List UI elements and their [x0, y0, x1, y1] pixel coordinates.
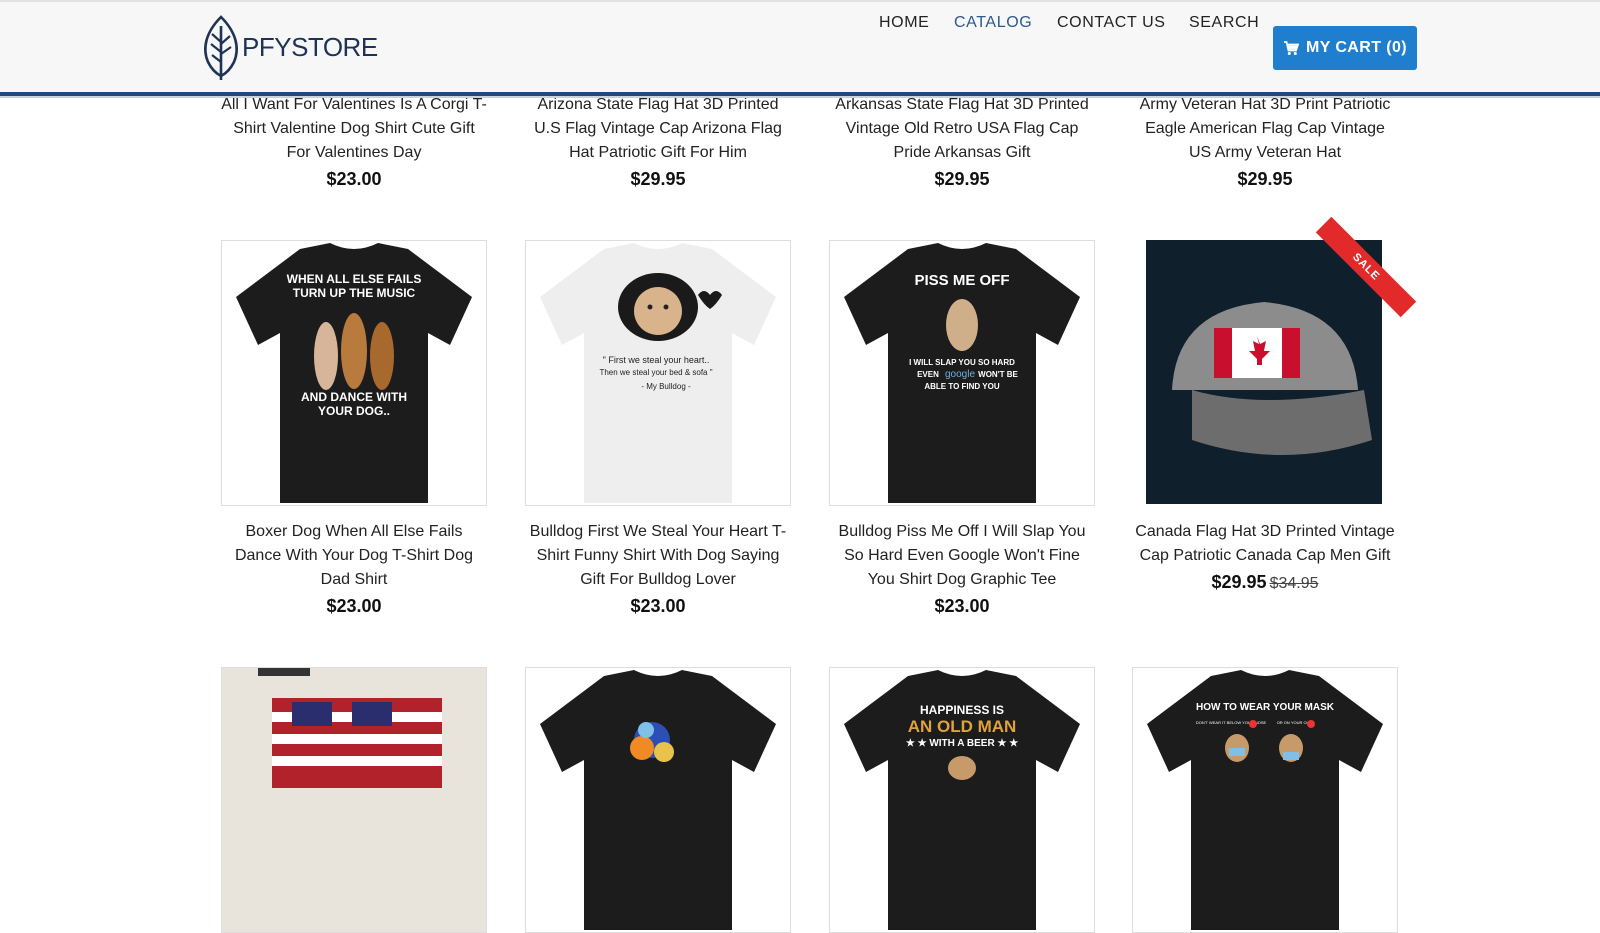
shirt-art-text: AN OLD MAN [908, 717, 1017, 736]
product-title[interactable]: Boxer Dog When All Else Fails Dance With… [221, 520, 487, 592]
product-title[interactable]: All I Want For Valentines Is A Corgi T-S… [221, 93, 487, 165]
black-tshirt-image: HAPPINESS IS AN OLD MAN ★ ★ WITH A BEER … [844, 670, 1080, 930]
cart-icon [1284, 41, 1299, 55]
black-tshirt-image [540, 670, 776, 930]
shirt-art-text: PISS ME OFF [914, 272, 1009, 289]
sale-price: $29.95 [1211, 572, 1267, 592]
product-image[interactable]: PISS ME OFF I WILL SLAP YOU SO HARD EVEN… [829, 240, 1095, 506]
product-card[interactable]: Canada Flag Hat 3D Printed Vintage Cap P… [1132, 520, 1398, 593]
my-cart-button[interactable]: MY CART (0) [1273, 26, 1417, 70]
black-tshirt-image: PISS ME OFF I WILL SLAP YOU SO HARD EVEN… [844, 243, 1080, 503]
product-card[interactable]: Bulldog First We Steal Your Heart T-Shir… [525, 520, 791, 617]
product-price: $29.95 $34.95 [1132, 572, 1398, 593]
product-title[interactable]: Army Veteran Hat 3D Print Patriotic Eagl… [1132, 93, 1398, 165]
product-price: $23.00 [326, 596, 382, 616]
canada-cap-image [1146, 240, 1382, 504]
product-card[interactable]: Army Veteran Hat 3D Print Patriotic Eagl… [1132, 93, 1398, 190]
black-tshirt-image: HOW TO WEAR YOUR MASK DON'T WEAR IT BELO… [1147, 670, 1383, 930]
product-image[interactable]: " First we steal your heart.. Then we st… [525, 240, 791, 506]
product-title[interactable]: Bulldog Piss Me Off I Will Slap You So H… [829, 520, 1095, 592]
product-image[interactable]: WHEN ALL ELSE FAILS TURN UP THE MUSIC AN… [221, 240, 487, 506]
product-price: $23.00 [326, 169, 382, 189]
shirt-art-text: TURN UP THE MUSIC [293, 286, 416, 300]
shirt-art-text: " First we steal your heart.. [603, 355, 710, 365]
product-title[interactable]: Canada Flag Hat 3D Printed Vintage Cap P… [1132, 520, 1398, 568]
logo[interactable]: PFYSTORE [200, 14, 378, 80]
shirt-art-text: - My Bulldog - [641, 382, 691, 391]
shirt-art-text: HOW TO WEAR YOUR MASK [1196, 702, 1335, 713]
product-price: $29.95 [934, 169, 990, 189]
product-image[interactable]: HOW TO WEAR YOUR MASK DON'T WEAR IT BELO… [1132, 667, 1398, 933]
product-card[interactable]: Boxer Dog When All Else Fails Dance With… [221, 520, 487, 617]
product-card[interactable]: Arkansas State Flag Hat 3D Printed Vinta… [829, 93, 1095, 190]
leaf-icon [204, 15, 238, 80]
product-price: $29.95 [630, 169, 686, 189]
flag-bedding-image [222, 668, 486, 932]
product-price: $29.95 [1237, 169, 1293, 189]
product-price: $23.00 [934, 596, 990, 616]
product-title[interactable]: Bulldog First We Steal Your Heart T-Shir… [525, 520, 791, 592]
shirt-art-text: WHEN ALL ELSE FAILS [287, 272, 422, 286]
nav-catalog[interactable]: CATALOG [954, 14, 1032, 32]
shirt-art-text: AND DANCE WITH [301, 390, 407, 404]
product-image[interactable] [221, 667, 487, 933]
white-tshirt-image: " First we steal your heart.. Then we st… [540, 243, 776, 503]
shirt-art-text: ★ ★ WITH A BEER ★ ★ [906, 738, 1018, 749]
nav-home[interactable]: HOME [879, 14, 929, 32]
product-price: $23.00 [630, 596, 686, 616]
nav-search[interactable]: SEARCH [1189, 14, 1259, 32]
shirt-art-text: WON'T BE [978, 370, 1018, 379]
logo-text: PFYSTORE [242, 31, 378, 62]
shirt-art-text: EVEN [917, 370, 939, 379]
shirt-art-text: Then we steal your bed & sofa " [599, 368, 712, 377]
header-divider-shadow [0, 96, 1600, 98]
shirt-art-text: ABLE TO FIND YOU [924, 382, 999, 391]
shirt-art-text: YOUR DOG.. [318, 404, 390, 418]
product-image[interactable]: HAPPINESS IS AN OLD MAN ★ ★ WITH A BEER … [829, 667, 1095, 933]
product-title[interactable]: Arkansas State Flag Hat 3D Printed Vinta… [829, 93, 1095, 165]
product-card[interactable]: Bulldog Piss Me Off I Will Slap You So H… [829, 520, 1095, 617]
product-card[interactable]: All I Want For Valentines Is A Corgi T-S… [221, 93, 487, 190]
shirt-art-text: google [945, 369, 975, 380]
product-image[interactable]: SALE [1132, 216, 1417, 504]
product-image[interactable] [525, 667, 791, 933]
product-card[interactable]: Arizona State Flag Hat 3D Printed U.S Fl… [525, 93, 791, 190]
product-title[interactable]: Arizona State Flag Hat 3D Printed U.S Fl… [525, 93, 791, 165]
site-header: PFYSTORE HOME CATALOG CONTACT US SEARCH … [0, 0, 1600, 92]
nav-contact-us[interactable]: CONTACT US [1057, 14, 1166, 32]
shirt-art-text: I WILL SLAP YOU SO HARD [909, 358, 1015, 367]
black-tshirt-image: WHEN ALL ELSE FAILS TURN UP THE MUSIC AN… [236, 243, 472, 503]
original-price: $34.95 [1269, 575, 1319, 592]
shirt-art-text: HAPPINESS IS [920, 703, 1004, 717]
cart-label: MY CART (0) [1306, 39, 1407, 56]
